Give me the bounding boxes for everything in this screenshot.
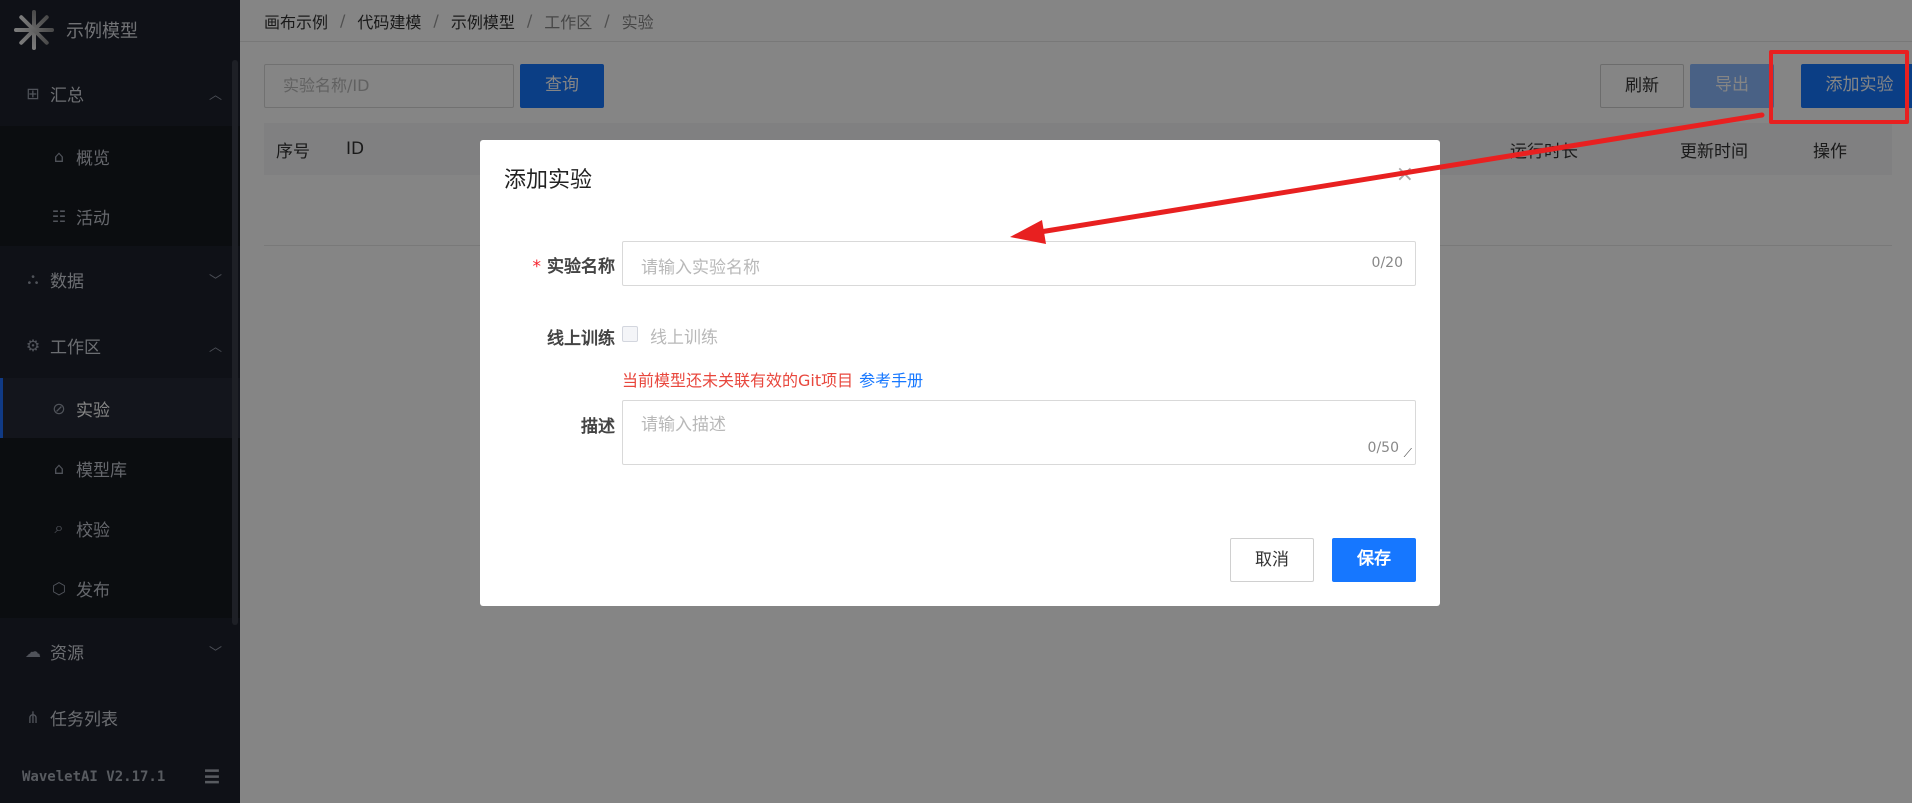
name-label: * 实验名称 xyxy=(480,252,616,277)
cancel-button[interactable]: 取消 xyxy=(1230,538,1314,582)
online-training-checkbox-label: 线上训练 xyxy=(650,328,718,348)
resize-handle-icon[interactable]: ⟋ xyxy=(1404,446,1412,461)
description-placeholder: 请输入描述 xyxy=(641,415,726,435)
online-training-label: 线上训练 xyxy=(547,329,615,349)
git-warning-text: 当前模型还未关联有效的Git项目 xyxy=(622,371,854,390)
close-icon[interactable]: × xyxy=(1396,162,1414,187)
name-label-text: 实验名称 xyxy=(547,257,615,277)
annotation-highlight-box xyxy=(1769,50,1909,124)
dialog-title: 添加实验 xyxy=(504,168,593,193)
description-label: 描述 xyxy=(581,417,615,437)
description-char-count: 0/50 xyxy=(1367,440,1399,456)
online-training-checkbox[interactable] xyxy=(622,326,638,342)
experiment-name-input[interactable]: 请输入实验名称 0/20 xyxy=(622,241,1416,286)
name-char-count: 0/20 xyxy=(1371,255,1403,271)
git-warning: 当前模型还未关联有效的Git项目 参考手册 xyxy=(622,367,923,391)
add-experiment-dialog: 添加实验 × * 实验名称 请输入实验名称 0/20 线上训练 线上训练 当前模型… xyxy=(480,140,1440,606)
save-button[interactable]: 保存 xyxy=(1332,538,1416,582)
name-placeholder: 请输入实验名称 xyxy=(641,258,760,278)
description-textarea[interactable]: 请输入描述 0/50 ⟋ xyxy=(622,400,1416,465)
required-mark: * xyxy=(532,257,542,277)
manual-link[interactable]: 参考手册 xyxy=(859,371,923,390)
